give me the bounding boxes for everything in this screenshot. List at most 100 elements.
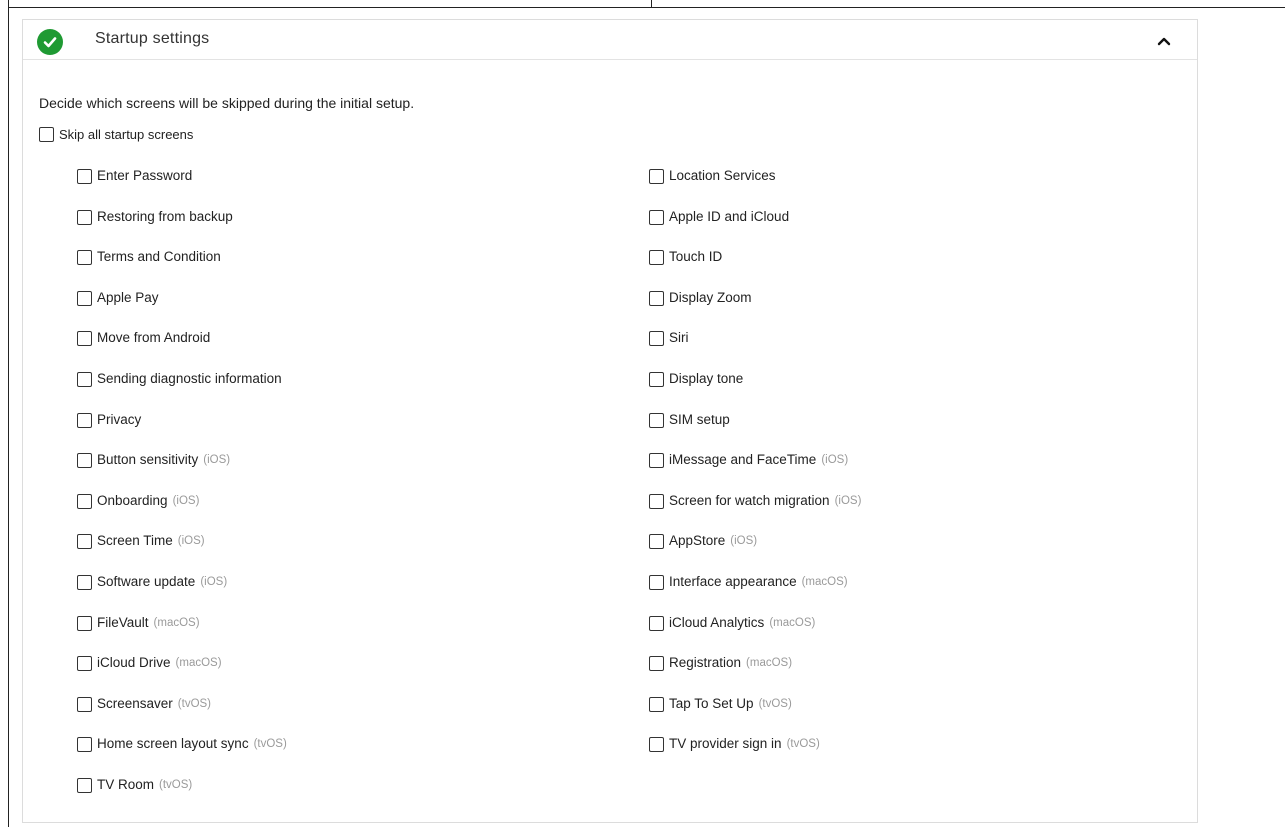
startup-screen-label: Display Zoom [669,289,752,305]
startup-screen-label: Enter Password [97,168,193,183]
platform-tag: (macOS) [746,657,793,670]
startup-screen-label: Terms and Condition [97,249,221,265]
startup-screen-option[interactable]: Display tone [649,368,861,409]
startup-screen-checkbox[interactable] [649,574,664,590]
collapse-button[interactable] [1151,28,1177,54]
platform-tag: (tvOS) [177,697,212,710]
startup-screen-label: TV provider sign in [669,736,782,752]
options-column-right: Location Services Apple ID and iCloud Touc… [649,165,861,774]
startup-screen-option[interactable]: Screensaver (tvOS) [77,693,287,734]
startup-screen-option[interactable]: Apple ID and iCloud [649,206,861,247]
panel-header[interactable]: Startup settings [23,20,1197,60]
startup-screen-option[interactable]: Restoring from backup [77,206,287,247]
chevron-up-icon [1157,37,1171,46]
startup-screen-option[interactable]: Move from Android [77,327,287,368]
platform-tag: (macOS) [769,616,816,629]
startup-screen-option[interactable]: TV provider sign in (tvOS) [649,733,861,774]
startup-screen-checkbox[interactable] [77,250,92,266]
startup-screen-checkbox[interactable] [77,412,92,428]
startup-screen-option[interactable]: AppStore (iOS) [649,530,861,571]
startup-screen-option[interactable]: Siri [649,327,861,368]
startup-screen-checkbox[interactable] [77,574,92,590]
startup-screen-option[interactable]: Privacy [77,409,287,450]
platform-tag: (tvOS) [758,697,792,710]
startup-screen-label: FileVault [97,614,149,630]
startup-screen-option[interactable]: Terms and Condition [77,246,287,287]
startup-screen-checkbox[interactable] [77,453,92,469]
startup-screen-label: TV Room [97,776,155,792]
startup-screen-option[interactable]: Registration (macOS) [649,652,861,693]
platform-tag: (iOS) [172,494,200,507]
startup-screen-checkbox[interactable] [649,615,664,631]
startup-screen-checkbox[interactable] [649,493,664,509]
startup-screen-option[interactable]: Screen Time (iOS) [77,530,287,571]
startup-screen-checkbox[interactable] [649,737,664,753]
startup-screen-checkbox[interactable] [77,737,92,753]
startup-screen-checkbox[interactable] [649,290,664,306]
startup-screen-option[interactable]: Apple Pay [77,287,287,328]
startup-screen-option[interactable]: Display Zoom [649,287,861,328]
startup-screen-checkbox[interactable] [77,493,92,509]
startup-screen-checkbox[interactable] [77,615,92,631]
startup-screen-checkbox[interactable] [77,777,92,793]
platform-tag: (tvOS) [786,738,820,751]
startup-screen-label: Apple ID and iCloud [669,208,790,224]
startup-screen-option[interactable]: Button sensitivity (iOS) [77,449,287,490]
startup-screen-option[interactable]: Screen for watch migration (iOS) [649,490,861,531]
skip-all-label: Skip all startup screens [59,127,194,142]
startup-screen-option[interactable]: Sending diagnostic information [77,368,287,409]
startup-screen-checkbox[interactable] [649,412,664,428]
startup-screen-checkbox[interactable] [649,209,664,225]
panel-description: Decide which screens will be skipped dur… [39,95,415,111]
startup-screen-checkbox[interactable] [649,534,664,550]
startup-screen-checkbox[interactable] [649,656,664,672]
startup-screen-label: Screensaver [97,695,173,711]
startup-screen-checkbox[interactable] [649,371,664,387]
startup-screen-label: Apple Pay [97,289,159,305]
platform-tag: (macOS) [801,575,848,588]
startup-screen-label: Software update [97,573,196,589]
startup-screen-checkbox[interactable] [77,331,92,347]
startup-screen-option[interactable]: FileVault (macOS) [77,612,287,653]
startup-screen-label: Screen Time [97,533,173,549]
startup-screen-checkbox[interactable] [77,534,92,550]
startup-screen-checkbox[interactable] [77,656,92,672]
startup-screen-option[interactable]: Touch ID [649,246,861,287]
startup-screen-option[interactable]: SIM setup [649,409,861,450]
options-column-left: Enter Password Restoring from backup Terms… [77,165,287,815]
skip-all-checkbox[interactable] [39,127,54,142]
startup-screen-option[interactable]: Location Services [649,165,861,206]
startup-screen-option[interactable]: Interface appearance (macOS) [649,571,861,612]
startup-screen-checkbox[interactable] [77,169,92,184]
startup-screen-checkbox[interactable] [77,371,92,387]
startup-screen-option[interactable]: TV Room (tvOS) [77,774,287,815]
platform-tag: (iOS) [834,494,862,507]
check-circle-icon [37,29,63,55]
startup-screen-option[interactable]: iCloud Drive (macOS) [77,652,287,693]
startup-screen-checkbox[interactable] [77,290,92,306]
startup-screen-label: iCloud Analytics [669,614,765,630]
frame-border-left [8,0,9,827]
skip-all-option[interactable]: Skip all startup screens [39,127,193,142]
startup-settings-panel: Startup settings Decide which screens wi… [22,19,1198,823]
startup-screen-checkbox[interactable] [649,453,664,469]
startup-screen-label: Sending diagnostic information [97,370,282,386]
startup-screen-checkbox[interactable] [77,696,92,712]
startup-screen-checkbox[interactable] [649,169,664,184]
startup-screen-option[interactable]: Onboarding (iOS) [77,490,287,531]
startup-screen-checkbox[interactable] [649,696,664,712]
startup-screen-label: Tap To Set Up [669,695,754,711]
startup-screen-option[interactable]: iCloud Analytics (macOS) [649,612,861,653]
startup-screen-label: Restoring from backup [97,208,233,224]
startup-screen-option[interactable]: Software update (iOS) [77,571,287,612]
startup-screen-label: Registration [669,655,742,671]
startup-screen-label: Onboarding [97,492,168,508]
startup-screen-checkbox[interactable] [649,331,664,347]
startup-screen-checkbox[interactable] [77,209,92,225]
startup-screen-option[interactable]: Tap To Set Up (tvOS) [649,693,861,734]
startup-screen-option[interactable]: iMessage and FaceTime (iOS) [649,449,861,490]
startup-screen-checkbox[interactable] [649,250,664,266]
startup-screen-option[interactable]: Enter Password [77,165,287,206]
startup-screen-option[interactable]: Home screen layout sync (tvOS) [77,733,287,774]
frame-border-top [8,7,1285,8]
